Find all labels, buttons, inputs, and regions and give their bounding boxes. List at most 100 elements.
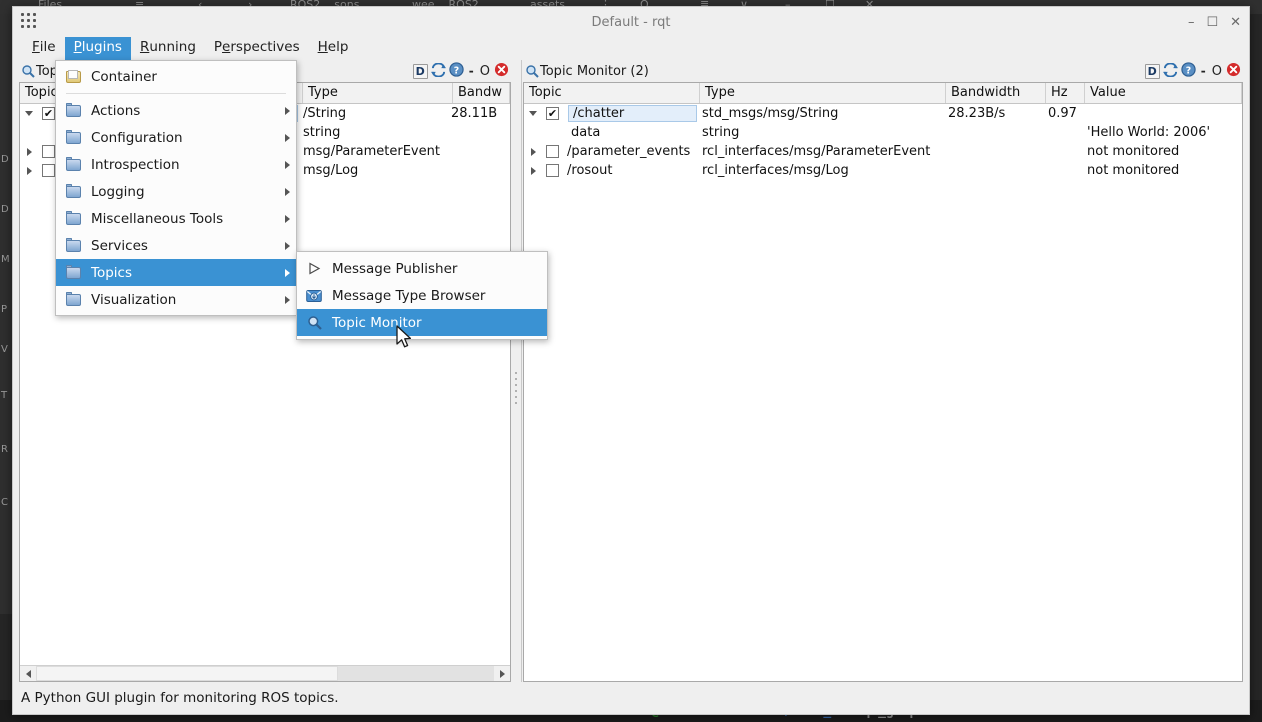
- table-row[interactable]: data string 'Hello World: 2006': [524, 123, 1242, 142]
- folder-icon: [64, 183, 82, 198]
- window-controls: – ☐ ✕: [1188, 16, 1241, 29]
- left-row1-type: string: [303, 125, 341, 140]
- menu-perspectives[interactable]: Pe rspectives: [205, 37, 309, 60]
- dock-button[interactable]: D: [412, 63, 428, 79]
- expander-down-icon[interactable]: [20, 111, 38, 116]
- right-table-body: ✔ /chatter std_msgs/msg/String 28.23B/s …: [524, 104, 1242, 180]
- table-row[interactable]: ✔ /chatter std_msgs/msg/String 28.23B/s …: [524, 104, 1242, 123]
- reload-icon[interactable]: [1162, 62, 1178, 80]
- left-col-bandwidth[interactable]: Bandw: [453, 83, 510, 103]
- menu-help[interactable]: Help: [309, 37, 358, 60]
- bg-sb-4: V: [1, 344, 8, 355]
- expander-right-icon[interactable]: [20, 166, 38, 175]
- expander-right-icon[interactable]: [20, 147, 38, 156]
- table-row[interactable]: /parameter_events rcl_interfaces/msg/Par…: [524, 142, 1242, 161]
- splitter-line: [521, 60, 522, 682]
- left-horizontal-scrollbar[interactable]: [20, 665, 510, 681]
- chevron-right-icon: [285, 133, 290, 142]
- right-col-bandwidth[interactable]: Bandwidth: [946, 83, 1046, 103]
- dock-splitter[interactable]: [511, 60, 523, 682]
- row-checkbox[interactable]: ✔: [542, 107, 562, 120]
- right-row1-type: string: [702, 125, 740, 140]
- bg-sb-3: P: [1, 304, 8, 315]
- magnifier-icon: [525, 64, 539, 78]
- maximize-button[interactable]: ☐: [1206, 16, 1218, 29]
- scroll-track[interactable]: [36, 666, 494, 681]
- minimize-button[interactable]: –: [1188, 16, 1195, 29]
- expander-down-icon[interactable]: [524, 111, 542, 116]
- bg-sb-0: D: [1, 154, 9, 165]
- chevron-right-icon: [285, 214, 290, 223]
- menu-item-topics[interactable]: Topics: [56, 259, 296, 286]
- submenu-item-message-publisher[interactable]: Message Publisher: [297, 255, 547, 282]
- menu-item-introspection-label: Introspection: [91, 156, 180, 173]
- right-col-hz[interactable]: Hz: [1046, 83, 1085, 103]
- left-row2-type: msg/ParameterEvent: [303, 144, 440, 159]
- scroll-left-icon[interactable]: [20, 666, 36, 681]
- menu-item-miscellaneous-tools[interactable]: Miscellaneous Tools: [56, 205, 296, 232]
- left-dock-tools: D ? - O: [412, 62, 509, 80]
- window-titlebar[interactable]: Default - rqt – ☐ ✕: [13, 7, 1249, 37]
- left-row0-bandwidth: 28.11B: [451, 106, 498, 121]
- menu-item-visualization[interactable]: Visualization: [56, 286, 296, 313]
- folder-icon: [64, 102, 82, 117]
- menu-running[interactable]: Running: [131, 37, 205, 60]
- right-row2-topic: /parameter_events: [567, 144, 691, 159]
- left-row0-type: /String: [303, 106, 347, 121]
- right-table-header: Topic Type Bandwidth Hz Value: [524, 83, 1242, 104]
- scroll-thumb[interactable]: [36, 666, 339, 681]
- undock-button[interactable]: O: [1211, 64, 1223, 79]
- undock-button[interactable]: O: [479, 64, 491, 79]
- help-circle-icon[interactable]: ?: [449, 62, 464, 80]
- topics-submenu: Message Publisher Message Type Browser T…: [296, 251, 548, 340]
- right-dock-title: Topic Monitor (2): [523, 60, 1243, 82]
- right-topic-monitor-dock: Topic Monitor (2) D ? - O Topic Type Ban…: [523, 60, 1243, 682]
- help-circle-icon[interactable]: ?: [1181, 62, 1196, 80]
- menu-item-visualization-label: Visualization: [91, 291, 177, 308]
- submenu-item-message-type-browser[interactable]: Message Type Browser: [297, 282, 547, 309]
- close-circle-icon[interactable]: [494, 62, 509, 80]
- close-circle-icon[interactable]: [1226, 62, 1241, 80]
- expander-right-icon[interactable]: [524, 166, 542, 175]
- row-checkbox[interactable]: [542, 145, 562, 158]
- right-row0-topic: /chatter: [568, 105, 697, 122]
- envelope-icon: [305, 289, 323, 303]
- submenu-item-topic-monitor[interactable]: Topic Monitor: [297, 309, 547, 336]
- table-row[interactable]: /rosout rcl_interfaces/msg/Log not monit…: [524, 161, 1242, 180]
- expander-right-icon[interactable]: [524, 147, 542, 156]
- menu-item-container[interactable]: Container: [56, 63, 296, 90]
- menu-item-actions[interactable]: Actions: [56, 97, 296, 124]
- chevron-right-icon: [285, 268, 290, 277]
- folder-icon: [64, 129, 82, 144]
- menu-item-services[interactable]: Services: [56, 232, 296, 259]
- folder-icon: [64, 291, 82, 306]
- svg-text:?: ?: [1186, 65, 1191, 76]
- right-col-value[interactable]: Value: [1085, 83, 1242, 103]
- dock-dash: -: [1200, 64, 1206, 78]
- right-col-topic[interactable]: Topic: [524, 83, 700, 103]
- right-col-type[interactable]: Type: [700, 83, 946, 103]
- statusbar: A Python GUI plugin for monitoring ROS t…: [13, 682, 1249, 714]
- chevron-right-icon: [285, 160, 290, 169]
- right-row0-bandwidth: 28.23B/s: [948, 106, 1006, 121]
- window-title: Default - rqt: [591, 14, 671, 30]
- close-button[interactable]: ✕: [1230, 16, 1241, 29]
- right-row2-value: not monitored: [1087, 144, 1180, 159]
- left-col-type[interactable]: Type: [303, 83, 453, 103]
- reload-icon[interactable]: [430, 62, 446, 80]
- bg-sb-6: R: [1, 444, 8, 455]
- menu-perspectives-post: rspectives: [230, 39, 300, 56]
- scroll-right-icon[interactable]: [494, 666, 510, 681]
- row-checkbox[interactable]: [542, 164, 562, 177]
- menu-plugins[interactable]: Plugins: [64, 37, 131, 60]
- menu-item-logging[interactable]: Logging: [56, 178, 296, 205]
- menu-item-introspection[interactable]: Introspection: [56, 151, 296, 178]
- folder-icon: [64, 156, 82, 171]
- menu-item-actions-label: Actions: [91, 102, 141, 119]
- menu-file[interactable]: File: [23, 37, 65, 60]
- menu-item-configuration[interactable]: Configuration: [56, 124, 296, 151]
- magnifier-icon: [21, 64, 35, 78]
- right-row3-type: rcl_interfaces/msg/Log: [702, 163, 849, 178]
- dock-button[interactable]: D: [1144, 63, 1160, 79]
- splitter-grip[interactable]: [515, 372, 517, 404]
